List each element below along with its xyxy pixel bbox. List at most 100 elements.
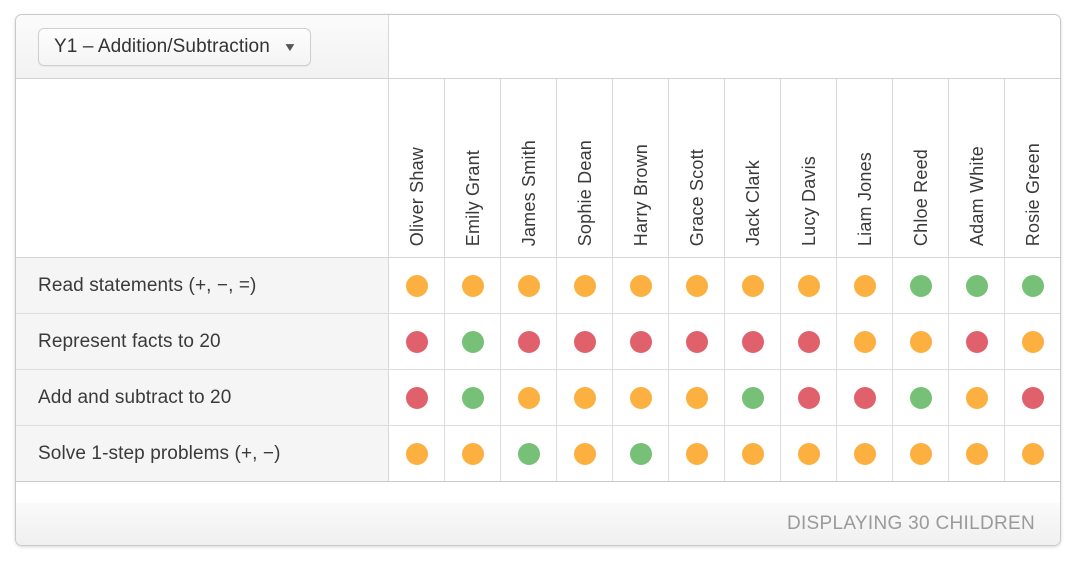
objective-label-cell[interactable]: Read statements (+, −, =) xyxy=(16,258,389,313)
status-dot-red xyxy=(573,330,596,353)
table-row: Read statements (+, −, =) xyxy=(16,258,1060,314)
objective-label-cell[interactable]: Solve 1-step problems (+, −) xyxy=(16,426,389,481)
child-name-rotated-wrap: Harry Brown xyxy=(613,144,669,246)
child-name-header[interactable]: James Smith xyxy=(501,79,557,257)
status-cell[interactable] xyxy=(389,426,445,481)
status-cell[interactable] xyxy=(1005,426,1060,481)
toolbar: Y1 – Addition/Subtraction ▼ xyxy=(16,15,1060,79)
child-name-header[interactable]: Adam White xyxy=(949,79,1005,257)
status-cell[interactable] xyxy=(837,314,893,369)
status-cell[interactable] xyxy=(501,370,557,425)
status-cell[interactable] xyxy=(837,370,893,425)
status-cell[interactable] xyxy=(1005,370,1060,425)
status-cell[interactable] xyxy=(613,258,669,313)
status-cell[interactable] xyxy=(1005,314,1060,369)
status-cell[interactable] xyxy=(949,258,1005,313)
status-cell[interactable] xyxy=(557,426,613,481)
status-cell[interactable] xyxy=(501,314,557,369)
child-name-header[interactable]: Liam Jones xyxy=(837,79,893,257)
child-name-header[interactable]: Grace Scott xyxy=(669,79,725,257)
table-row: Add and subtract to 20 xyxy=(16,370,1060,426)
status-cell[interactable] xyxy=(445,314,501,369)
grid-header-row: Oliver Shaw Emily Grant James Smith Sophie … xyxy=(16,79,1060,258)
topic-selector-label: Y1 – Addition/Subtraction xyxy=(54,35,270,57)
grid-body: Read statements (+, −, =) Represent facts… xyxy=(16,258,1060,482)
status-dot-green xyxy=(909,386,932,409)
status-dot-red xyxy=(517,330,540,353)
child-name-label: Liam Jones xyxy=(854,151,875,246)
child-name-header[interactable]: Emily Grant xyxy=(445,79,501,257)
status-cell[interactable] xyxy=(669,426,725,481)
status-cell[interactable] xyxy=(557,314,613,369)
status-cell[interactable] xyxy=(501,258,557,313)
status-cell[interactable] xyxy=(1005,258,1060,313)
status-cell[interactable] xyxy=(949,314,1005,369)
status-cell[interactable] xyxy=(893,314,949,369)
status-cell[interactable] xyxy=(725,258,781,313)
status-cell[interactable] xyxy=(725,314,781,369)
status-cell[interactable] xyxy=(893,426,949,481)
child-name-rotated-wrap: Emily Grant xyxy=(445,150,501,246)
status-cell[interactable] xyxy=(613,314,669,369)
status-cell[interactable] xyxy=(781,426,837,481)
status-dot-amber xyxy=(517,386,540,409)
status-cell[interactable] xyxy=(389,370,445,425)
child-name-rotated-wrap: Chloe Reed xyxy=(893,149,949,246)
status-dot-amber xyxy=(685,386,708,409)
status-cell[interactable] xyxy=(389,314,445,369)
status-dot-red xyxy=(741,330,764,353)
status-dot-amber xyxy=(629,274,652,297)
child-name-header[interactable]: Chloe Reed xyxy=(893,79,949,257)
status-cell[interactable] xyxy=(557,258,613,313)
child-name-rotated-wrap: Adam White xyxy=(949,146,1005,246)
child-name-header[interactable]: Sophie Dean xyxy=(557,79,613,257)
status-cell[interactable] xyxy=(949,370,1005,425)
status-dot-amber xyxy=(965,386,988,409)
status-cell[interactable] xyxy=(669,370,725,425)
status-cell[interactable] xyxy=(445,370,501,425)
status-dot-amber xyxy=(853,330,876,353)
child-name-header[interactable]: Lucy Davis xyxy=(781,79,837,257)
status-cell[interactable] xyxy=(445,258,501,313)
objective-label-cell[interactable]: Add and subtract to 20 xyxy=(16,370,389,425)
status-dot-amber xyxy=(853,442,876,465)
objective-label-cell[interactable]: Represent facts to 20 xyxy=(16,314,389,369)
status-cell[interactable] xyxy=(837,258,893,313)
status-cell[interactable] xyxy=(949,426,1005,481)
topic-selector-dropdown[interactable]: Y1 – Addition/Subtraction ▼ xyxy=(38,27,311,66)
status-cell[interactable] xyxy=(613,370,669,425)
child-name-label: Grace Scott xyxy=(686,148,707,246)
status-dot-amber xyxy=(741,442,764,465)
status-cell[interactable] xyxy=(781,258,837,313)
status-cell[interactable] xyxy=(725,426,781,481)
status-cell[interactable] xyxy=(781,370,837,425)
status-cell[interactable] xyxy=(557,370,613,425)
status-dot-red xyxy=(405,330,428,353)
child-name-rotated-wrap: Liam Jones xyxy=(837,152,893,246)
status-cell[interactable] xyxy=(837,426,893,481)
grid-corner-cell xyxy=(16,79,389,257)
assessment-grid-panel: Y1 – Addition/Subtraction ▼ Oliver Shaw E… xyxy=(15,14,1061,546)
status-cell[interactable] xyxy=(781,314,837,369)
child-name-header[interactable]: Oliver Shaw xyxy=(389,79,445,257)
child-name-label: Jack Clark xyxy=(742,159,763,246)
child-name-header[interactable]: Harry Brown xyxy=(613,79,669,257)
child-name-header[interactable]: Rosie Green xyxy=(1005,79,1060,257)
status-dot-amber xyxy=(1022,330,1044,353)
status-cell[interactable] xyxy=(893,258,949,313)
status-cell[interactable] xyxy=(613,426,669,481)
status-cell[interactable] xyxy=(725,370,781,425)
status-cell[interactable] xyxy=(669,314,725,369)
status-dot-amber xyxy=(573,386,596,409)
status-dot-red xyxy=(1022,386,1044,409)
status-cell[interactable] xyxy=(389,258,445,313)
status-cell[interactable] xyxy=(501,426,557,481)
status-dot-green xyxy=(741,386,764,409)
status-cell[interactable] xyxy=(445,426,501,481)
child-name-header[interactable]: Jack Clark xyxy=(725,79,781,257)
objective-label: Add and subtract to 20 xyxy=(38,386,232,408)
status-cell[interactable] xyxy=(669,258,725,313)
status-dot-amber xyxy=(797,274,820,297)
status-dot-amber xyxy=(741,274,764,297)
status-cell[interactable] xyxy=(893,370,949,425)
